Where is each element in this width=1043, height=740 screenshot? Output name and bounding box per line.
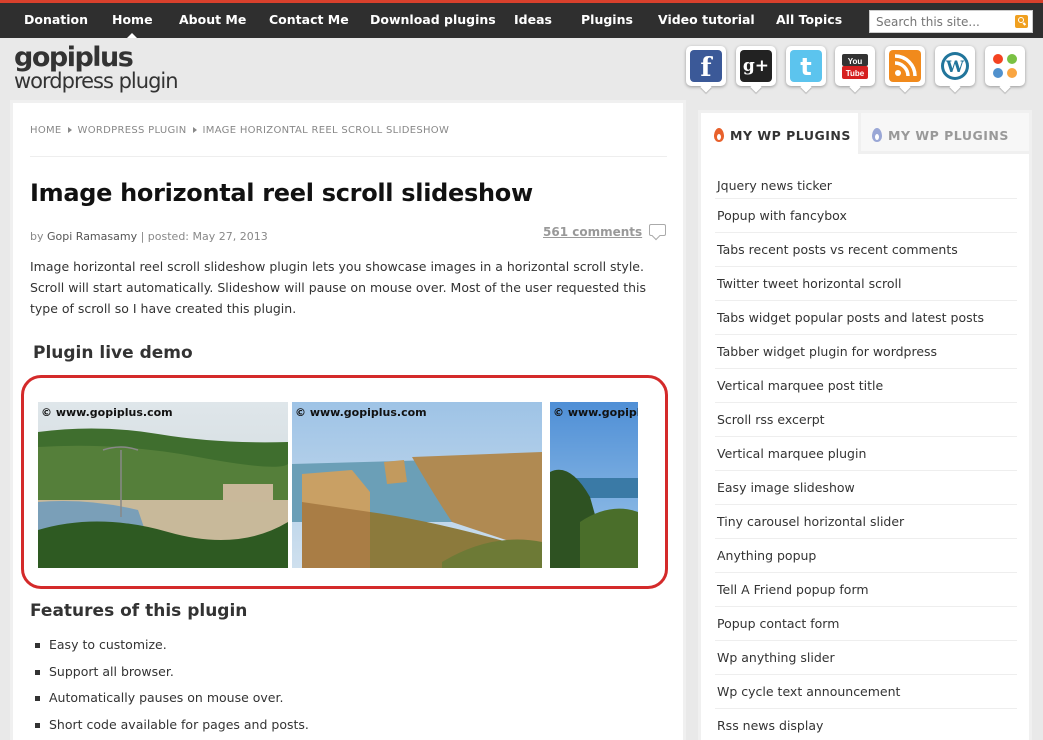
social-googleplus[interactable]: g+	[736, 46, 776, 90]
list-item: Easy to customize.	[33, 635, 309, 662]
breadcrumb-home[interactable]: HOME	[30, 125, 62, 136]
sidebar-tabs: MY WP PLUGINS MY WP PLUGINS	[701, 113, 1029, 154]
nav-all-topics[interactable]: All Topics	[776, 3, 842, 38]
slide-caption: © www.gopiplus.com	[295, 406, 427, 419]
svg-text:Tube: Tube	[846, 69, 865, 78]
chevron-right-icon	[67, 126, 72, 133]
breadcrumb-current: IMAGE HORIZONTAL REEL SCROLL SLIDESHOW	[202, 125, 450, 136]
site-logo[interactable]: gopiplus wordpress plugin	[14, 44, 214, 94]
slide-image: © www.gopiplus.com	[550, 402, 638, 568]
social-wordpress[interactable]: W	[935, 46, 975, 90]
slide-image: © www.gopiplus.com	[292, 402, 542, 568]
tab-label: MY WP PLUGINS	[730, 128, 851, 143]
breadcrumb-section[interactable]: WORDPRESS PLUGIN	[78, 125, 187, 136]
search-icon[interactable]	[1015, 15, 1028, 28]
twitter-icon: t	[790, 50, 822, 82]
post-date: | posted: May 27, 2013	[140, 230, 268, 243]
plugin-link[interactable]: Tiny carousel horizontal slider	[715, 505, 1017, 539]
features-heading: Features of this plugin	[30, 601, 248, 621]
tab-my-wp-plugins-2[interactable]: MY WP PLUGINS	[861, 113, 1029, 154]
wordpress-icon: W	[939, 50, 971, 82]
divider	[30, 156, 667, 157]
comment-bubble-icon	[649, 224, 666, 236]
plugin-link[interactable]: Anything popup	[715, 539, 1017, 573]
slide-caption: © www.gopiplus.com	[553, 406, 638, 419]
plugin-link[interactable]: Scroll rss excerpt	[715, 403, 1017, 437]
list-item: Automatically pauses on mouse over.	[33, 688, 309, 715]
comments-link[interactable]: 561 comments	[543, 225, 642, 239]
social-rss[interactable]	[885, 46, 925, 90]
svg-text:W: W	[945, 57, 965, 76]
post-author[interactable]: Gopi Ramasamy	[47, 230, 137, 243]
plugin-link[interactable]: Tabber widget plugin for wordpress	[715, 335, 1017, 369]
plugin-link[interactable]: Rss news display	[715, 709, 1017, 740]
top-navigation: Donation Home About Me Contact Me Downlo…	[0, 0, 1043, 38]
plugin-link[interactable]: Easy image slideshow	[715, 471, 1017, 505]
plugin-link[interactable]: Wp cycle text announcement	[715, 675, 1017, 709]
list-item: Short code available for pages and posts…	[33, 715, 309, 740]
features-list: Easy to customize. Support all browser. …	[33, 635, 309, 740]
plugin-link[interactable]: Jquery news ticker	[715, 173, 1017, 199]
nav-about-me[interactable]: About Me	[179, 3, 246, 38]
svg-text:You: You	[848, 57, 863, 66]
plugin-link[interactable]: Tell A Friend popup form	[715, 573, 1017, 607]
slide-image: © www.gopiplus.com	[38, 402, 288, 568]
tab-label: MY WP PLUGINS	[888, 128, 1009, 143]
plugin-link[interactable]: Vertical marquee plugin	[715, 437, 1017, 471]
logo-line-1: gopiplus	[14, 42, 134, 73]
plugin-link[interactable]: Tabs widget popular posts and latest pos…	[715, 301, 1017, 335]
googleplus-icon: g+	[740, 50, 772, 82]
search-input[interactable]	[876, 14, 1016, 30]
nav-contact-me[interactable]: Contact Me	[269, 3, 349, 38]
search-box	[869, 10, 1033, 33]
flame-icon	[714, 128, 724, 142]
list-item: Support all browser.	[33, 662, 309, 689]
post-title: Image horizontal reel scroll slideshow	[30, 179, 533, 207]
nav-ideas[interactable]: Ideas	[514, 3, 552, 38]
plugin-link[interactable]: Tabs recent posts vs recent comments	[715, 233, 1017, 267]
nav-video-tutorial[interactable]: Video tutorial	[658, 3, 755, 38]
social-facebook[interactable]: f	[686, 46, 726, 90]
plugin-list: Jquery news ticker Popup with fancybox T…	[715, 173, 1017, 740]
main-content: HOME WORDPRESS PLUGIN IMAGE HORIZONTAL REE…	[10, 100, 686, 740]
plugin-link[interactable]: Popup contact form	[715, 607, 1017, 641]
post-intro: Image horizontal reel scroll slideshow p…	[30, 259, 647, 316]
rss-icon	[889, 50, 921, 82]
social-youtube[interactable]: You Tube	[835, 46, 875, 90]
plugin-link[interactable]: Popup with fancybox	[715, 199, 1017, 233]
social-twitter[interactable]: t	[786, 46, 826, 90]
plugin-link[interactable]: Twitter tweet horizontal scroll	[715, 267, 1017, 301]
social-joomla[interactable]	[985, 46, 1025, 90]
chevron-right-icon	[192, 126, 197, 133]
nav-home[interactable]: Home	[112, 3, 153, 38]
slideshow-demo[interactable]: © www.gopiplus.com © www.gopiplus.com © …	[21, 375, 668, 589]
nav-download-plugins[interactable]: Download plugins	[370, 3, 496, 38]
youtube-icon: You Tube	[839, 50, 871, 82]
logo-line-2: wordpress plugin	[14, 69, 179, 93]
sidebar: MY WP PLUGINS MY WP PLUGINS Jquery news …	[698, 110, 1032, 740]
meta-by: by	[30, 230, 44, 243]
slide-caption: © www.gopiplus.com	[41, 406, 173, 419]
plugin-link[interactable]: Wp anything slider	[715, 641, 1017, 675]
demo-heading: Plugin live demo	[33, 343, 193, 363]
plugin-link[interactable]: Vertical marquee post title	[715, 369, 1017, 403]
tab-my-wp-plugins[interactable]: MY WP PLUGINS	[701, 113, 861, 154]
post-meta: by Gopi Ramasamy | posted: May 27, 2013	[30, 230, 268, 243]
nav-plugins[interactable]: Plugins	[581, 3, 633, 38]
joomla-icon	[989, 50, 1021, 82]
nav-donation[interactable]: Donation	[24, 3, 88, 38]
breadcrumb: HOME WORDPRESS PLUGIN IMAGE HORIZONTAL REE…	[30, 125, 449, 136]
flame-icon	[872, 128, 882, 142]
facebook-icon: f	[690, 50, 722, 83]
